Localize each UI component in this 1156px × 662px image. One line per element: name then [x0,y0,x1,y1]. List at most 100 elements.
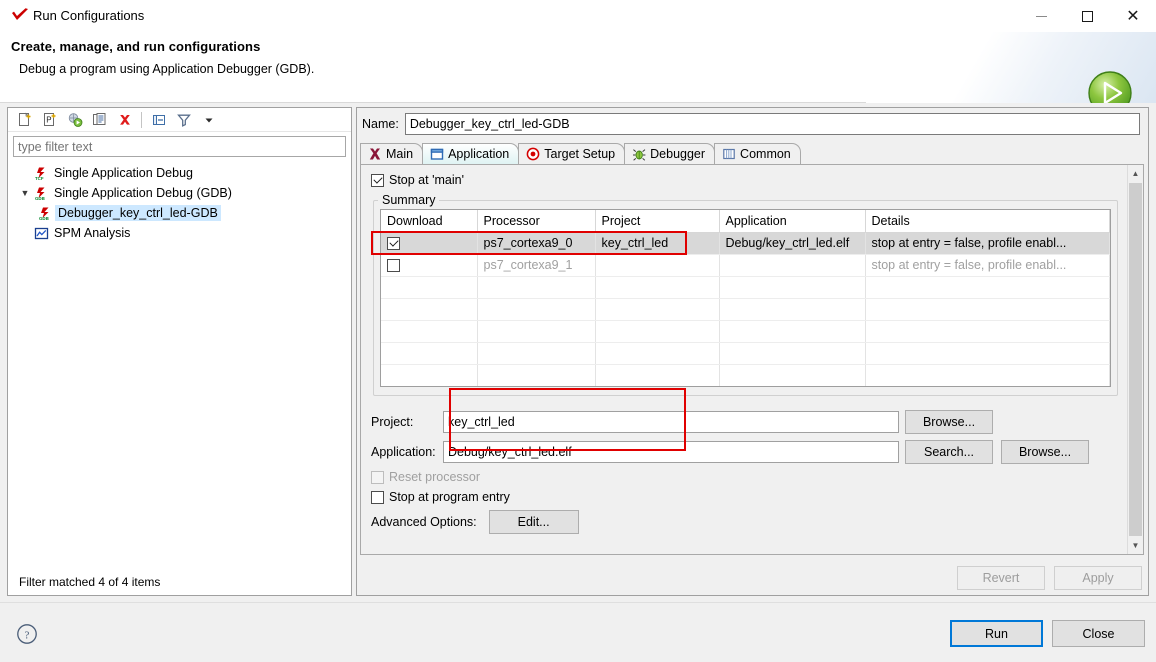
cell-application: Debug/key_ctrl_led.elf [719,232,866,255]
close-button[interactable]: ✕ [1110,0,1156,32]
tab-bar: Main Application Target Setup Debugger C… [360,143,1148,164]
tree-item-single-application-debug[interactable]: TCF Single Application Debug [8,163,351,183]
tab-label: Main [386,147,414,161]
view-menu-icon[interactable] [196,109,221,131]
chevron-down-icon[interactable]: ▼ [18,188,32,198]
stop-at-main-checkbox[interactable] [371,173,384,187]
page-title: Create, manage, and run configurations [11,39,261,54]
cell-empty [865,298,1110,321]
tab-common[interactable]: Common [714,143,801,164]
name-label: Name: [362,117,399,131]
cell-empty [595,342,720,365]
new-launch-configuration-icon[interactable] [12,109,37,131]
cell-empty [595,364,720,386]
cell-empty [865,276,1110,299]
cell-empty [477,320,596,343]
tree-item-single-application-debug-gdb[interactable]: ▼ GDB Single Application Debug (GDB) [8,183,351,203]
application-browse-button[interactable]: Browse... [1001,440,1089,464]
table-row[interactable] [381,320,1110,343]
minimize-button[interactable] [1018,0,1064,32]
application-search-button[interactable]: Search... [905,440,993,464]
column-header-application[interactable]: Application [719,210,866,233]
window-title-bar: Run Configurations ✕ [0,0,1156,32]
dialog-body: P type filter text TCF Single Applicatio… [0,103,1156,602]
tab-label: Debugger [650,147,706,161]
export-icon[interactable] [62,109,87,131]
tab-label: Common [740,147,791,161]
column-header-details[interactable]: Details [865,210,1110,233]
cell-empty [865,364,1110,386]
cell-details: stop at entry = false, profile enabl... [865,232,1110,255]
download-checkbox[interactable] [387,258,400,272]
scroll-up-arrow[interactable]: ▲ [1128,165,1143,182]
dialog-header: Create, manage, and run configurations D… [0,32,1156,115]
collapse-all-icon[interactable] [146,109,171,131]
tab-target-setup[interactable]: Target Setup [518,143,626,164]
run-button[interactable]: Run [950,620,1043,647]
stop-at-main-row[interactable]: Stop at 'main' [371,173,1126,187]
table-row[interactable] [381,298,1110,321]
application-label: Application: [371,445,436,459]
tab-application[interactable]: Application [422,143,520,164]
tab-label: Target Setup [544,147,616,161]
cell-empty [719,298,866,321]
stop-at-program-entry-checkbox[interactable] [371,490,384,504]
reset-processor-label: Reset processor [389,470,481,484]
gdb-debug-icon: GDB [32,186,51,201]
filter-icon[interactable] [171,109,196,131]
close-button-footer[interactable]: Close [1052,620,1145,647]
cell-processor: ps7_cortexa9_0 [477,232,596,255]
delete-icon[interactable] [112,109,137,131]
table-row[interactable] [381,364,1110,386]
svg-text:GDB: GDB [35,196,45,201]
table-row[interactable]: ps7_cortexa9_0 key_ctrl_led Debug/key_ct… [381,232,1110,255]
tree-item-spm-analysis[interactable]: SPM Analysis [8,223,351,243]
scrollbar-thumb[interactable] [1129,183,1142,536]
stop-at-program-entry-row[interactable]: Stop at program entry [371,490,1126,504]
tab-debugger[interactable]: Debugger [624,143,716,164]
cell-project [595,254,720,277]
tab-main[interactable]: Main [360,143,424,164]
duplicate-icon[interactable] [87,109,112,131]
cell-project: key_ctrl_led [595,232,720,255]
cell-empty [381,320,478,343]
filter-status-text: Filter matched 4 of 4 items [19,575,161,589]
application-settings-pane: Stop at 'main' Summary Download Processo… [361,165,1126,554]
new-prototype-icon[interactable]: P [37,109,62,131]
tree-item-label: SPM Analysis [54,226,131,240]
cell-processor: ps7_cortexa9_1 [477,254,596,277]
application-input[interactable] [443,441,899,463]
tree-item-debugger-key-ctrl-led-gdb[interactable]: GDB Debugger_key_ctrl_led-GDB [8,203,351,223]
cell-download[interactable] [381,232,478,255]
summary-table: Download Processor Project Application D… [381,210,1110,386]
maximize-button[interactable] [1064,0,1110,32]
project-browse-button[interactable]: Browse... [905,410,993,434]
name-input[interactable] [404,113,1140,135]
spm-chart-icon [32,226,51,241]
cell-empty [381,342,478,365]
dialog-footer: ? Run Close [0,602,1156,662]
revert-button[interactable]: Revert [957,566,1045,590]
advanced-options-edit-button[interactable]: Edit... [488,510,579,534]
filter-input[interactable] [13,136,346,157]
column-header-processor[interactable]: Processor [477,210,596,233]
cell-empty [719,342,866,365]
vertical-scrollbar[interactable]: ▲ ▼ [1127,165,1143,554]
project-input[interactable] [443,411,899,433]
help-question-icon[interactable]: ? [16,623,38,645]
column-header-download[interactable]: Download [381,210,478,233]
toolbar-separator [141,111,142,128]
table-row[interactable] [381,276,1110,299]
column-header-project[interactable]: Project [595,210,720,233]
cell-download[interactable] [381,254,478,277]
target-bullseye-icon [525,147,540,162]
scroll-down-arrow[interactable]: ▼ [1128,537,1143,554]
svg-text:P: P [46,115,51,124]
close-icon: ✕ [1126,6,1140,25]
table-row[interactable] [381,342,1110,365]
apply-button[interactable]: Apply [1054,566,1142,590]
common-list-icon [721,147,736,162]
download-checkbox[interactable] [387,236,400,250]
table-row[interactable]: ps7_cortexa9_1 stop at entry = false, pr… [381,254,1110,277]
advanced-options-row: Advanced Options: Edit... [371,510,1126,534]
